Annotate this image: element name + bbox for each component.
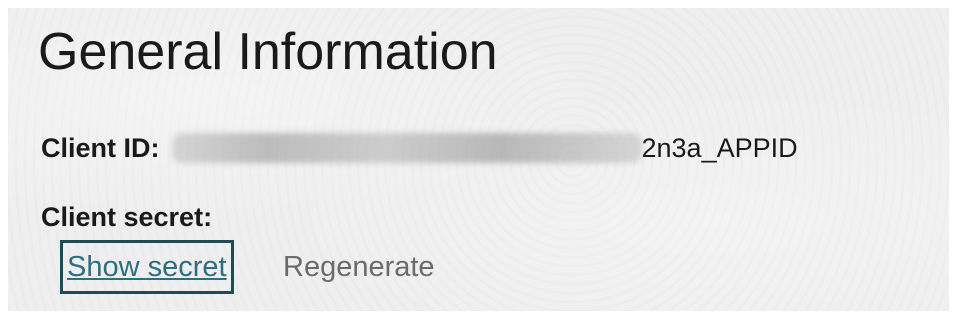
- regenerate-link[interactable]: Regenerate: [283, 240, 435, 294]
- client-id-row: Client ID: 2n3a_APPID: [41, 128, 798, 168]
- client-id-visible-suffix: 2n3a_APPID: [641, 132, 798, 163]
- page-title: General Information: [38, 23, 498, 81]
- client-secret-label: Client secret:: [41, 202, 213, 232]
- general-information-panel: General Information Client ID: 2n3a_APPI…: [8, 8, 949, 311]
- show-secret-link[interactable]: Show secret: [60, 240, 234, 294]
- client-id-redacted-value: [171, 133, 642, 163]
- client-id-label: Client ID:: [41, 132, 160, 163]
